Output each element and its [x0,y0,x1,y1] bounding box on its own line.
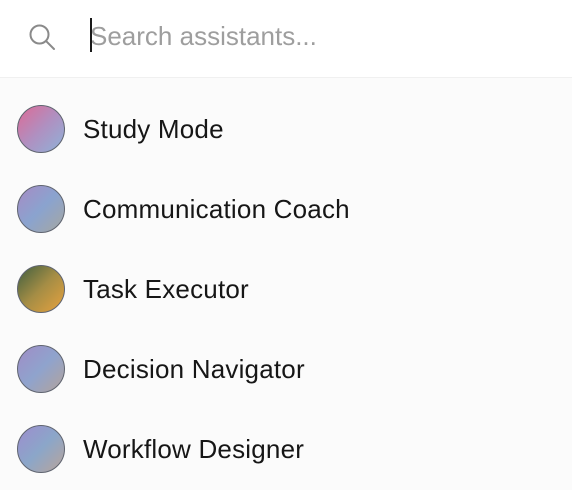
assistant-item-study-mode[interactable]: Study Mode [0,89,572,169]
assistant-label: Workflow Designer [83,434,305,464]
avatar [17,185,65,233]
assistant-label: Task Executor [83,274,249,304]
assistant-item-decision-navigator[interactable]: Decision Navigator [0,329,572,409]
assistant-label: Decision Navigator [83,354,305,384]
assistant-list: Study Mode Communication Coach Task Exec… [0,89,572,489]
assistant-item-communication-coach[interactable]: Communication Coach [0,169,572,249]
text-cursor [90,18,92,52]
search-bar [0,0,572,78]
avatar [17,345,65,393]
assistant-label: Study Mode [83,114,224,144]
avatar [17,265,65,313]
assistant-picker-panel: Study Mode Communication Coach Task Exec… [0,0,572,490]
search-icon [27,22,57,52]
assistant-item-task-executor[interactable]: Task Executor [0,249,572,329]
assistant-item-workflow-designer[interactable]: Workflow Designer [0,409,572,489]
avatar [17,425,65,473]
search-input[interactable] [90,16,550,56]
assistant-label: Communication Coach [83,194,350,224]
avatar [17,105,65,153]
